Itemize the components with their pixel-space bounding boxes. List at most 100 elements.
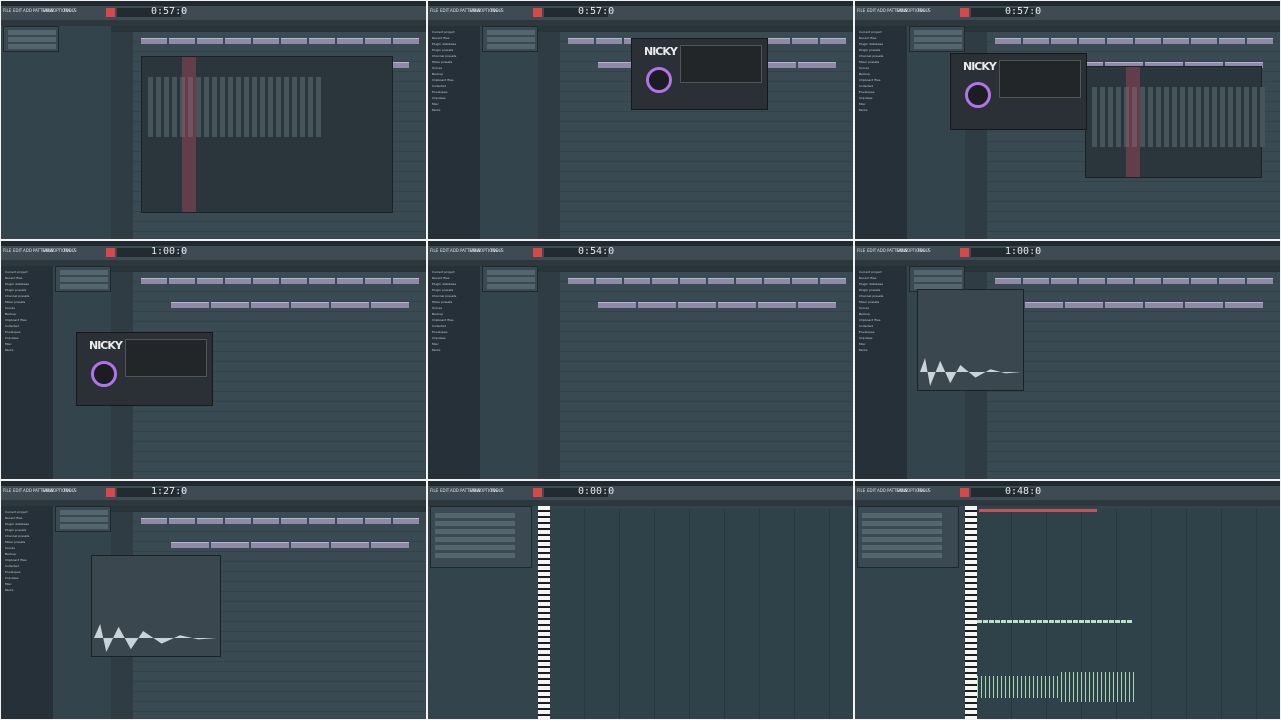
channel-row[interactable] [60, 510, 108, 515]
pattern-clip[interactable] [1107, 38, 1133, 44]
mixer-fader[interactable] [268, 77, 273, 137]
pattern-clip[interactable] [736, 278, 762, 284]
velocity-bar[interactable] [1013, 676, 1014, 698]
mixer-fader[interactable] [308, 77, 313, 137]
pattern-clip[interactable] [680, 278, 706, 284]
note[interactable] [1019, 620, 1024, 623]
browser-item[interactable]: Plugin presets [859, 48, 880, 52]
curve-editor[interactable] [125, 339, 207, 377]
browser-item[interactable]: Backup [859, 312, 870, 316]
velocity-bar[interactable] [1065, 672, 1066, 702]
pattern-clip[interactable] [1191, 278, 1217, 284]
pattern-clip[interactable] [1163, 278, 1189, 284]
pattern-clip[interactable] [253, 278, 279, 284]
browser-item[interactable]: Clipboard files [432, 318, 453, 322]
browser-item[interactable]: Packs [859, 348, 867, 352]
channel-row[interactable] [8, 44, 56, 49]
menu-item[interactable]: FILE [430, 248, 438, 253]
channel-row[interactable] [914, 44, 962, 49]
note[interactable] [1001, 620, 1006, 623]
browser-item[interactable]: Impulses [432, 336, 445, 340]
pattern-clip[interactable] [331, 302, 369, 308]
velocity-bar[interactable] [1089, 672, 1090, 702]
velocity-bar[interactable] [1101, 672, 1102, 702]
browser-item[interactable]: Current project [432, 30, 455, 34]
menu-item[interactable]: EDIT [440, 8, 449, 13]
browser-item[interactable]: Plugin database [432, 42, 456, 46]
pattern-clip[interactable] [1247, 38, 1273, 44]
pattern-clip[interactable] [281, 278, 307, 284]
browser-item[interactable]: Collected [432, 324, 446, 328]
pattern-clip[interactable] [309, 38, 335, 44]
browser-item[interactable]: Envelopes [5, 330, 20, 334]
pattern-clip[interactable] [393, 518, 419, 524]
browser-item[interactable]: Current project [5, 510, 28, 514]
pattern-clip[interactable] [169, 518, 195, 524]
velocity-bar[interactable] [993, 676, 994, 698]
pattern-clip[interactable] [1191, 38, 1217, 44]
mixer-fader[interactable] [276, 77, 281, 137]
note[interactable] [1073, 620, 1078, 623]
mixer-fader[interactable] [1244, 87, 1249, 147]
browser-item[interactable]: Channel presets [432, 54, 456, 58]
browser-item[interactable]: Collected [859, 324, 873, 328]
browser-item[interactable]: Misc [432, 102, 439, 106]
mixer-fader[interactable] [1260, 87, 1265, 147]
channel-row[interactable] [862, 521, 942, 526]
browser-item[interactable]: Clipboard files [5, 318, 26, 322]
note[interactable] [1037, 620, 1042, 623]
menu-item[interactable]: ? [73, 8, 75, 13]
note[interactable] [1007, 620, 1012, 623]
menu-item[interactable]: ADD [23, 488, 32, 493]
browser-item[interactable]: Packs [859, 108, 867, 112]
velocity-bar[interactable] [1073, 672, 1074, 702]
channel-row[interactable] [862, 513, 942, 518]
pianoroll-grid[interactable] [977, 509, 1280, 719]
pattern-clip[interactable] [708, 278, 734, 284]
velocity-bar[interactable] [1061, 672, 1062, 702]
pattern-clip[interactable] [337, 518, 363, 524]
velocity-bar[interactable] [1109, 672, 1110, 702]
velocity-bar[interactable] [981, 676, 982, 698]
browser-item[interactable]: Impulses [5, 576, 18, 580]
browser-item[interactable]: Plugin database [859, 282, 883, 286]
play-button[interactable] [106, 488, 115, 497]
pattern-clip[interactable] [291, 302, 329, 308]
pattern-clip[interactable] [568, 278, 594, 284]
pattern-clip[interactable] [1135, 38, 1161, 44]
velocity-bar[interactable] [1053, 676, 1054, 698]
pattern-clip[interactable] [365, 278, 391, 284]
browser-item[interactable]: Clipboard files [859, 318, 880, 322]
browser-item[interactable]: Recent files [5, 276, 22, 280]
pattern-clip[interactable] [820, 278, 846, 284]
pattern-clip[interactable] [792, 38, 818, 44]
note[interactable] [1043, 620, 1048, 623]
note[interactable] [1127, 620, 1132, 623]
browser-item[interactable]: Misc [432, 342, 439, 346]
mixer-fader[interactable] [220, 77, 225, 137]
mixer-fader[interactable] [1252, 87, 1257, 147]
mixer-fader[interactable] [1172, 87, 1177, 147]
pattern-clip[interactable] [1107, 278, 1133, 284]
mixer-fader[interactable] [1196, 87, 1201, 147]
menu-item[interactable]: FILE [430, 488, 438, 493]
menu-item[interactable]: FILE [430, 8, 438, 13]
pattern-clip[interactable] [171, 542, 209, 548]
browser-item[interactable]: Collected [5, 324, 19, 328]
browser-item[interactable]: Plugin presets [859, 288, 880, 292]
pattern-clip[interactable] [197, 38, 223, 44]
channel-row[interactable] [435, 553, 515, 558]
play-button[interactable] [533, 8, 542, 17]
pattern-clip[interactable] [171, 302, 209, 308]
browser-item[interactable]: Packs [432, 348, 440, 352]
pattern-clip[interactable] [1135, 278, 1161, 284]
pattern-clip[interactable] [820, 38, 846, 44]
velocity-bar[interactable] [977, 676, 978, 698]
note-bar[interactable] [979, 509, 1097, 512]
menu-item[interactable]: ? [927, 248, 929, 253]
pattern-clip[interactable] [798, 62, 836, 68]
browser-item[interactable]: Recent files [859, 276, 876, 280]
browser-item[interactable]: Plugin database [5, 522, 29, 526]
mixer-fader[interactable] [1092, 87, 1097, 147]
browser-item[interactable]: Impulses [859, 96, 872, 100]
